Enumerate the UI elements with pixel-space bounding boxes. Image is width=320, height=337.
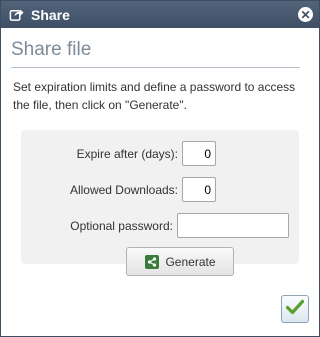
page-title: Share file [11,38,300,68]
generate-label: Generate [165,254,216,269]
share-options-form: Expire after (days): Allowed Downloads: … [21,130,299,276]
instructions-text: Set expiration limits and define a passw… [13,80,296,112]
checkmark-icon [285,299,305,320]
password-row: Optional password: [31,211,289,240]
password-label: Optional password: [70,218,173,233]
generate-button[interactable]: Generate [126,247,234,276]
expire-row: Expire after (days): [31,139,289,168]
share-nodes-icon [145,254,160,269]
close-icon[interactable]: ✕ [298,7,313,22]
allowed-downloads-input[interactable] [182,177,216,202]
dialog-titlebar[interactable]: Share ✕ [1,1,319,28]
dialog-content: Share file Set expiration limits and def… [1,28,319,276]
share-square-icon [9,7,25,23]
downloads-label: Allowed Downloads: [69,182,178,197]
expire-days-input[interactable] [182,141,216,166]
confirm-button[interactable] [281,295,309,323]
downloads-row: Allowed Downloads: [31,175,289,204]
share-dialog: Share ✕ Share file Set expiration limits… [0,0,320,337]
expire-label: Expire after (days): [76,146,178,161]
dialog-title: Share [31,6,70,23]
optional-password-input[interactable] [177,213,289,238]
generate-row: Generate [31,247,289,276]
